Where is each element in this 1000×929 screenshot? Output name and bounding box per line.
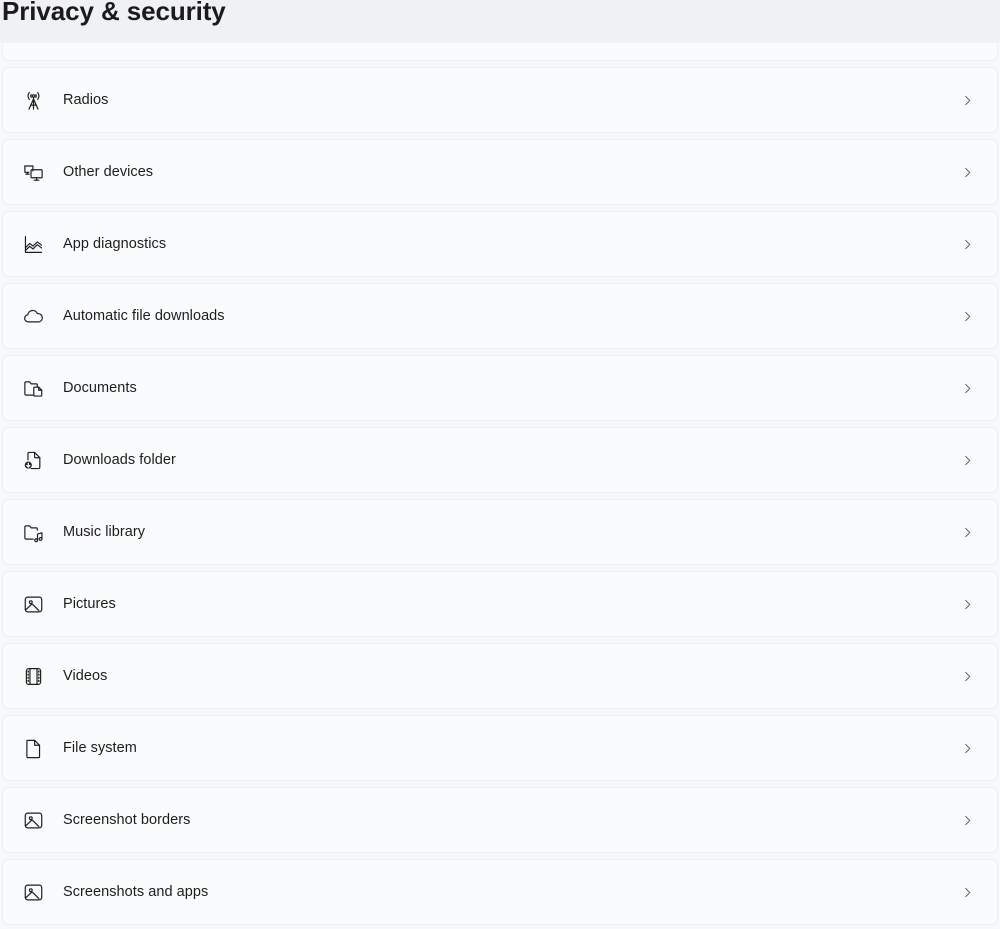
chevron-right-icon[interactable]: [959, 524, 975, 540]
setting-row-label: Documents: [63, 380, 137, 396]
setting-row-other-devices[interactable]: Other devices: [2, 139, 998, 205]
other-devices-icon: [17, 156, 49, 188]
clipped-setting-card-above[interactable]: [2, 43, 998, 61]
setting-row-label: Screenshots and apps: [63, 884, 209, 900]
setting-row-app-diagnostics[interactable]: App diagnostics: [2, 211, 998, 277]
setting-row-file-system[interactable]: File system: [2, 715, 998, 781]
chevron-right-icon[interactable]: [959, 884, 975, 900]
setting-row-label: Screenshot borders: [63, 812, 191, 828]
chevron-right-icon[interactable]: [959, 236, 975, 252]
setting-row-label: Downloads folder: [63, 452, 176, 468]
setting-row-label: Videos: [63, 668, 108, 684]
chevron-right-icon[interactable]: [959, 740, 975, 756]
chevron-right-icon[interactable]: [959, 380, 975, 396]
setting-row-pictures[interactable]: Pictures: [2, 571, 998, 637]
cloud-icon: [17, 300, 49, 332]
radio-tower-icon: [17, 84, 49, 116]
setting-row-label: Music library: [63, 524, 146, 540]
setting-row-radios[interactable]: Radios: [2, 67, 998, 133]
setting-row-screenshots-and-apps[interactable]: Screenshots and apps: [2, 859, 998, 925]
setting-row-label: Radios: [63, 92, 109, 108]
setting-row-music-library[interactable]: Music library: [2, 499, 998, 565]
app-diagnostics-icon: [17, 228, 49, 260]
setting-row-label: Pictures: [63, 596, 116, 612]
chevron-right-icon[interactable]: [959, 812, 975, 828]
setting-row-label: File system: [63, 740, 137, 756]
app-permissions-list: Radios Other devices App diagnostics Automa…: [0, 67, 1000, 925]
setting-row-downloads-folder[interactable]: Downloads folder: [2, 427, 998, 493]
picture-icon: [17, 588, 49, 620]
setting-row-label: Other devices: [63, 164, 154, 180]
document-download-icon: [17, 444, 49, 476]
chevron-right-icon[interactable]: [959, 668, 975, 684]
chevron-right-icon[interactable]: [959, 452, 975, 468]
chevron-right-icon[interactable]: [959, 308, 975, 324]
chevron-right-icon[interactable]: [959, 596, 975, 612]
setting-row-label: Automatic file downloads: [63, 308, 225, 324]
folder-music-icon: [17, 516, 49, 548]
settings-window: Privacy & security Radios Other devices Ap…: [0, 0, 1000, 929]
document-page-icon: [17, 732, 49, 764]
page-title: Privacy & security: [2, 0, 226, 26]
picture-icon: [17, 876, 49, 908]
film-strip-icon: [17, 660, 49, 692]
folder-document-icon: [17, 372, 49, 404]
settings-scroll-region[interactable]: Radios Other devices App diagnostics Automa…: [0, 43, 1000, 929]
page-header: Privacy & security: [0, 0, 1000, 43]
setting-row-documents[interactable]: Documents: [2, 355, 998, 421]
chevron-right-icon[interactable]: [959, 164, 975, 180]
chevron-right-icon[interactable]: [959, 92, 975, 108]
picture-icon: [17, 804, 49, 836]
setting-row-videos[interactable]: Videos: [2, 643, 998, 709]
setting-row-automatic-file-downloads[interactable]: Automatic file downloads: [2, 283, 998, 349]
setting-row-screenshot-borders[interactable]: Screenshot borders: [2, 787, 998, 853]
setting-row-label: App diagnostics: [63, 236, 167, 252]
